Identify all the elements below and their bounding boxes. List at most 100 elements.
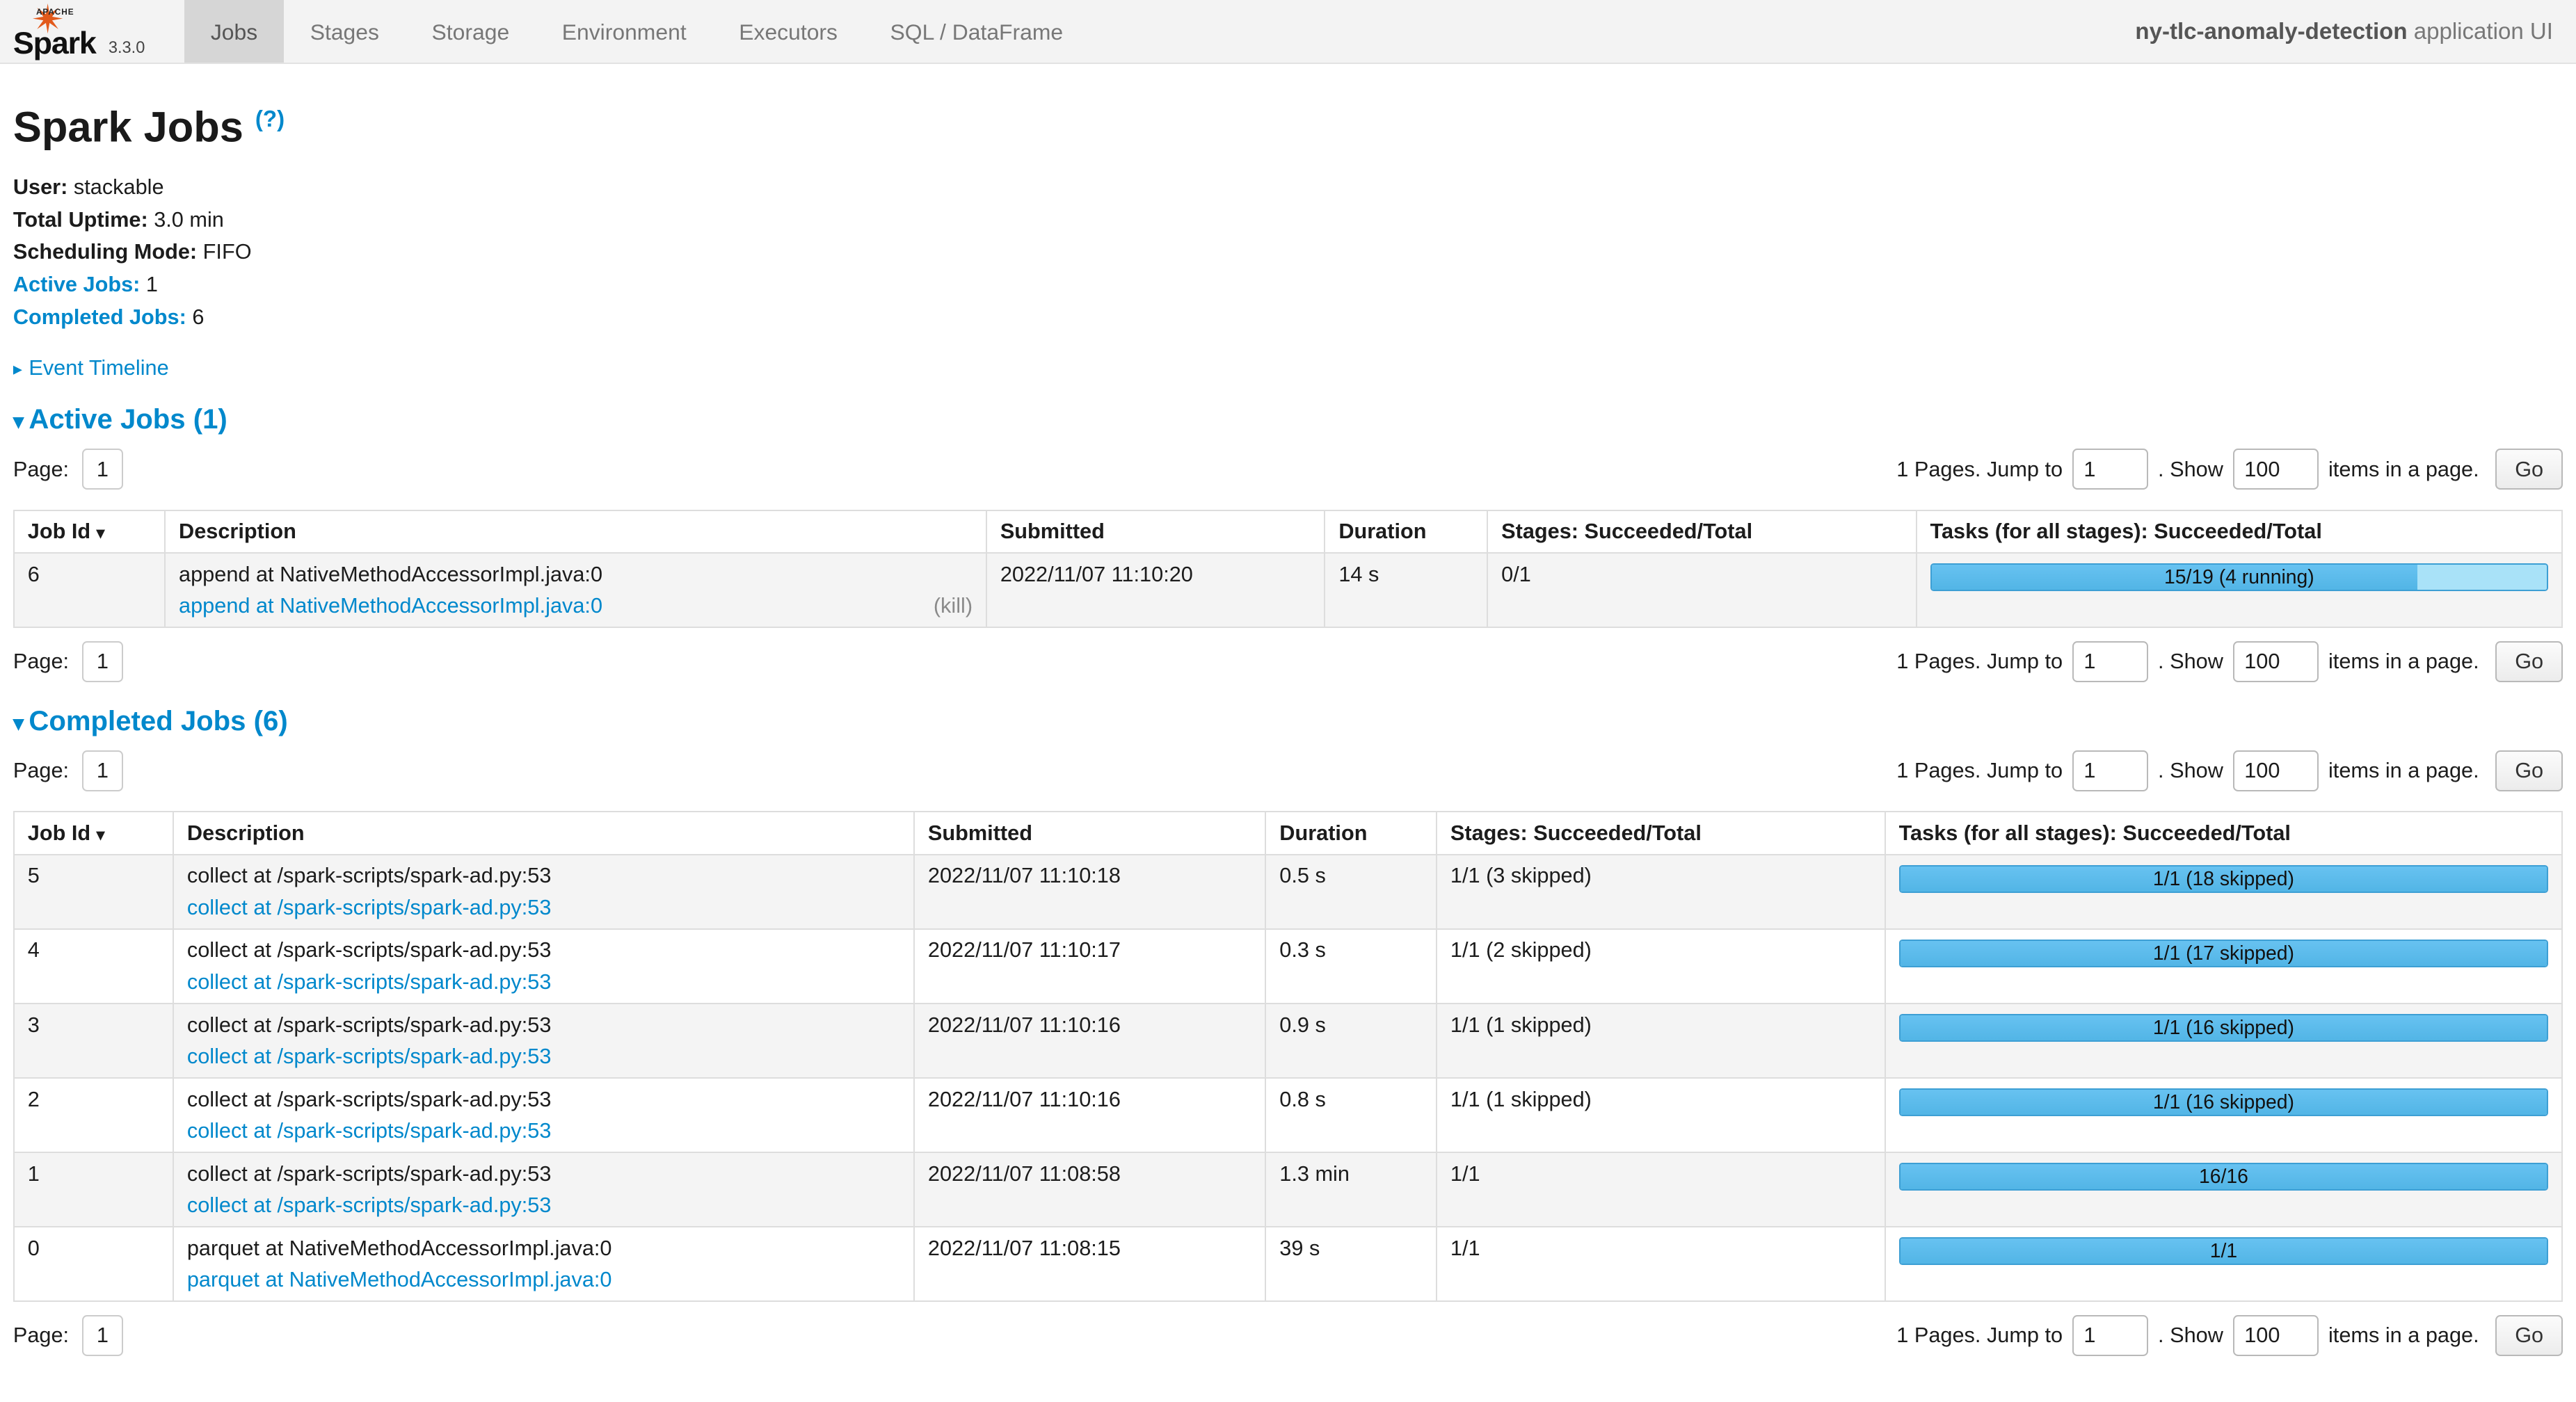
items-per-page-input[interactable] <box>2233 750 2319 791</box>
summary-uptime-label: Total Uptime: <box>13 207 148 232</box>
current-page-button[interactable]: 1 <box>82 641 123 682</box>
cell-job-id: 3 <box>14 1004 173 1078</box>
active-jobs-header[interactable]: ▾Active Jobs (1) <box>13 403 2563 435</box>
summary-user-label: User: <box>13 175 67 199</box>
col-stages[interactable]: Stages: Succeeded/Total <box>1487 510 1916 554</box>
jump-to-page-input[interactable] <box>2072 449 2148 490</box>
application-name: ny-tlc-anomaly-detection application UI <box>2135 0 2576 63</box>
cell-tasks: 15/19 (4 running) <box>1917 553 2562 627</box>
job-description: append at NativeMethodAccessorImpl.java:… <box>179 562 973 587</box>
col-description[interactable]: Description <box>165 510 986 554</box>
job-description: collect at /spark-scripts/spark-ad.py:53 <box>187 1013 900 1038</box>
col-tasks[interactable]: Tasks (for all stages): Succeeded/Total <box>1885 812 2562 855</box>
spark-logo[interactable]: APACHE Spark 3.3.0 <box>0 0 158 63</box>
col-job-id[interactable]: Job Id ▾ <box>14 510 165 554</box>
summary-uptime-value: 3.0 min <box>154 207 224 232</box>
current-page-button[interactable]: 1 <box>82 750 123 791</box>
cell-job-id: 2 <box>14 1078 173 1152</box>
tab-environment[interactable]: Environment <box>536 0 713 63</box>
items-per-page-input[interactable] <box>2233 1315 2319 1356</box>
col-duration[interactable]: Duration <box>1325 510 1487 554</box>
cell-submitted: 2022/11/07 11:08:58 <box>914 1152 1265 1227</box>
go-button[interactable]: Go <box>2495 449 2563 490</box>
col-description[interactable]: Description <box>173 812 914 855</box>
table-row: 4 collect at /spark-scripts/spark-ad.py:… <box>14 929 2562 1004</box>
cell-tasks: 1/1 (16 skipped) <box>1885 1078 2562 1152</box>
col-tasks[interactable]: Tasks (for all stages): Succeeded/Total <box>1917 510 2562 554</box>
nav-tabs: Jobs Stages Storage Environment Executor… <box>184 0 1089 63</box>
col-submitted[interactable]: Submitted <box>986 510 1325 554</box>
tab-executors[interactable]: Executors <box>712 0 863 63</box>
spark-logo-mark: APACHE Spark <box>13 2 105 58</box>
cell-submitted: 2022/11/07 11:10:16 <box>914 1078 1265 1152</box>
go-button[interactable]: Go <box>2495 641 2563 682</box>
cell-duration: 0.9 s <box>1265 1004 1437 1078</box>
cell-stages: 0/1 <box>1487 553 1916 627</box>
cell-job-id: 1 <box>14 1152 173 1227</box>
col-submitted[interactable]: Submitted <box>914 812 1265 855</box>
tab-sql-dataframe[interactable]: SQL / DataFrame <box>864 0 1089 63</box>
current-page-button[interactable]: 1 <box>82 1315 123 1356</box>
items-per-page-input[interactable] <box>2233 449 2319 490</box>
cell-submitted: 2022/11/07 11:08:15 <box>914 1227 1265 1301</box>
completed-jobs-link[interactable]: Completed Jobs: <box>13 305 186 329</box>
cell-job-id: 5 <box>14 855 173 929</box>
pages-count-text: 1 Pages. Jump to <box>1896 1323 2063 1348</box>
col-job-id[interactable]: Job Id ▾ <box>14 812 173 855</box>
job-description-link[interactable]: collect at /spark-scripts/spark-ad.py:53 <box>187 969 552 994</box>
job-description: collect at /spark-scripts/spark-ad.py:53 <box>187 1161 900 1186</box>
active-jobs-title: Active Jobs (1) <box>29 403 227 435</box>
sort-desc-icon: ▾ <box>97 826 105 844</box>
show-text: . Show <box>2158 649 2223 674</box>
summary-scheduling-mode: Scheduling Mode: FIFO <box>13 239 2563 264</box>
completed-jobs-pagination-top: Page: 1 1 Pages. Jump to . Show items in… <box>13 750 2563 791</box>
page-label: Page: <box>13 649 69 674</box>
event-timeline-toggle[interactable]: ▸Event Timeline <box>13 355 2563 380</box>
completed-jobs-header[interactable]: ▾Completed Jobs (6) <box>13 705 2563 737</box>
job-description-link[interactable]: append at NativeMethodAccessorImpl.java:… <box>179 593 602 618</box>
cell-description: collect at /spark-scripts/spark-ad.py:53… <box>173 855 914 929</box>
cell-job-id: 0 <box>14 1227 173 1301</box>
active-jobs-table: Job Id ▾ Description Submitted Duration … <box>13 510 2563 629</box>
items-per-page-input[interactable] <box>2233 641 2319 682</box>
cell-duration: 14 s <box>1325 553 1487 627</box>
items-text: items in a page. <box>2328 758 2479 783</box>
tab-storage[interactable]: Storage <box>406 0 536 63</box>
spark-wordmark: Spark <box>13 25 96 61</box>
cell-stages: 1/1 (3 skipped) <box>1437 855 1885 929</box>
job-description-link[interactable]: collect at /spark-scripts/spark-ad.py:53 <box>187 1118 552 1143</box>
progress-bar: 16/16 <box>1899 1163 2549 1191</box>
help-link[interactable]: (?) <box>255 106 285 132</box>
spark-version: 3.3.0 <box>109 39 145 58</box>
job-description: parquet at NativeMethodAccessorImpl.java… <box>187 1236 900 1261</box>
col-stages[interactable]: Stages: Succeeded/Total <box>1437 812 1885 855</box>
kill-link[interactable]: (kill) <box>934 593 973 618</box>
cell-job-id: 6 <box>14 553 165 627</box>
job-description-link[interactable]: collect at /spark-scripts/spark-ad.py:53 <box>187 1044 552 1069</box>
application-name-bold: ny-tlc-anomaly-detection <box>2135 19 2407 45</box>
job-description-link[interactable]: collect at /spark-scripts/spark-ad.py:53 <box>187 895 552 920</box>
jump-to-page-input[interactable] <box>2072 641 2148 682</box>
tab-stages[interactable]: Stages <box>284 0 406 63</box>
tab-jobs[interactable]: Jobs <box>184 0 284 63</box>
go-button[interactable]: Go <box>2495 750 2563 791</box>
jump-to-page-input[interactable] <box>2072 1315 2148 1356</box>
cell-duration: 0.5 s <box>1265 855 1437 929</box>
summary-active-jobs: Active Jobs: 1 <box>13 272 2563 297</box>
expand-right-arrow-icon: ▸ <box>13 358 22 379</box>
col-duration[interactable]: Duration <box>1265 812 1437 855</box>
job-description-link[interactable]: collect at /spark-scripts/spark-ad.py:53 <box>187 1193 552 1218</box>
job-description: collect at /spark-scripts/spark-ad.py:53 <box>187 1087 900 1112</box>
progress-bar: 1/1 <box>1899 1237 2549 1265</box>
go-button[interactable]: Go <box>2495 1315 2563 1356</box>
show-text: . Show <box>2158 1323 2223 1348</box>
current-page-button[interactable]: 1 <box>82 449 123 490</box>
job-description-link[interactable]: parquet at NativeMethodAccessorImpl.java… <box>187 1267 612 1292</box>
progress-label: 1/1 (17 skipped) <box>1901 941 2547 966</box>
table-row: 5 collect at /spark-scripts/spark-ad.py:… <box>14 855 2562 929</box>
cell-duration: 0.3 s <box>1265 929 1437 1004</box>
cell-duration: 39 s <box>1265 1227 1437 1301</box>
table-row: 6 append at NativeMethodAccessorImpl.jav… <box>14 553 2562 627</box>
jump-to-page-input[interactable] <box>2072 750 2148 791</box>
active-jobs-link[interactable]: Active Jobs: <box>13 272 140 296</box>
